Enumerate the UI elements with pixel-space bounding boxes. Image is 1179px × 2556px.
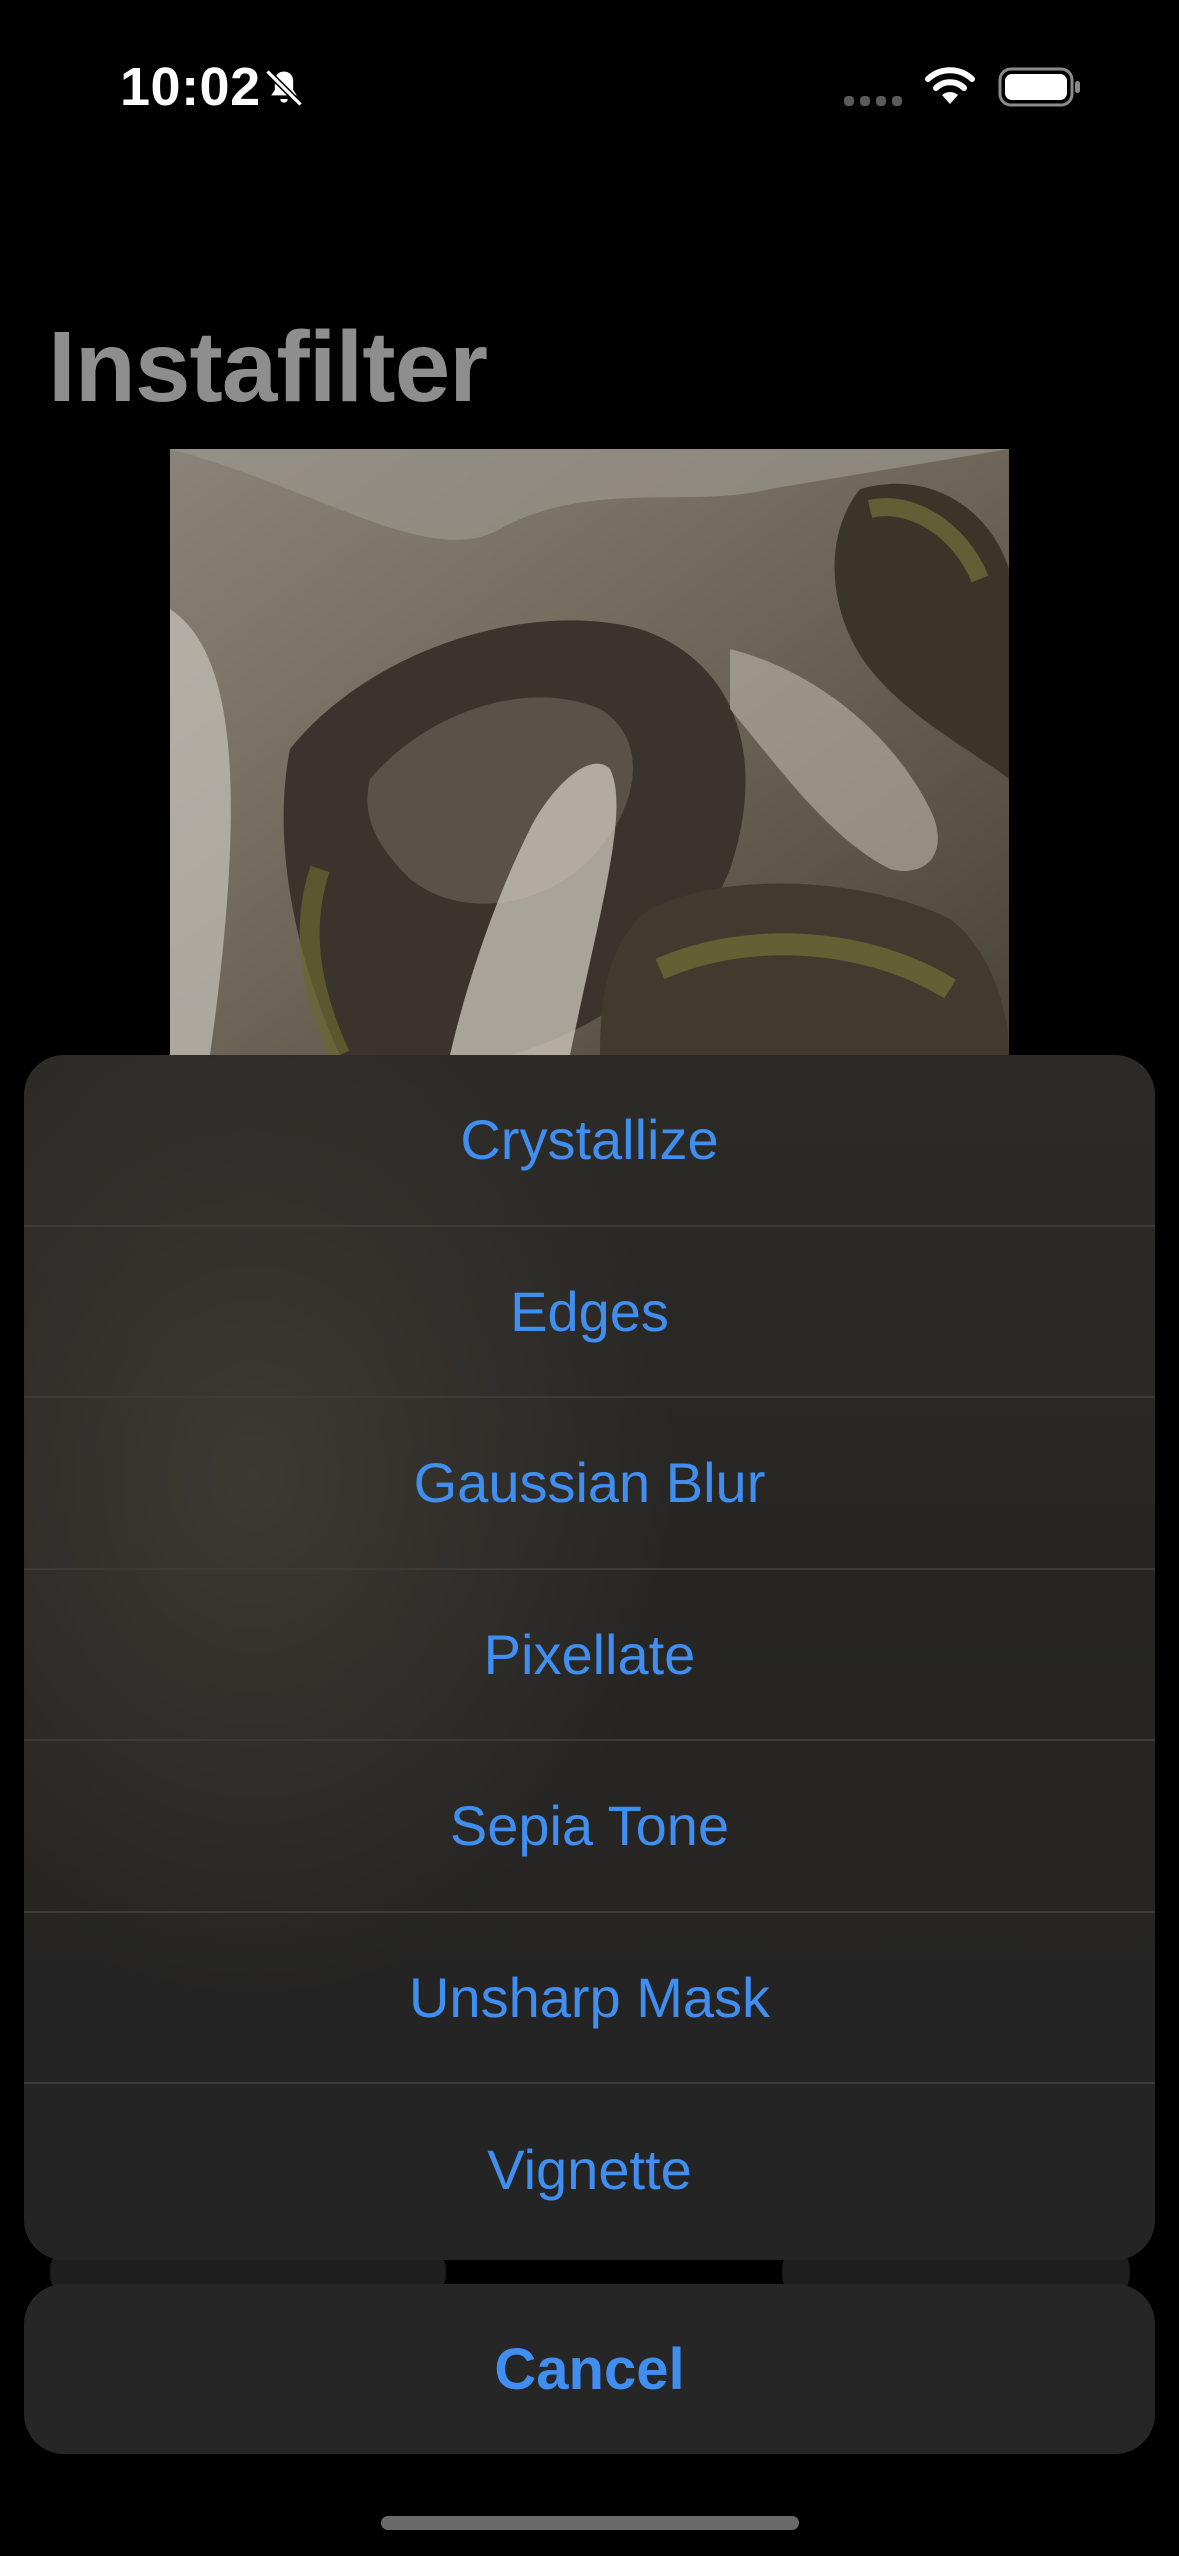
wifi-icon — [925, 67, 975, 104]
cancel-button[interactable]: Cancel — [24, 2284, 1155, 2454]
page-title: Instafilter — [48, 311, 488, 423]
filter-option-vignette[interactable]: Vignette — [24, 2084, 1155, 2256]
cellular-signal-icon — [844, 96, 902, 106]
photo-image-art — [170, 449, 1009, 1055]
photo-image[interactable] — [170, 449, 1009, 1055]
home-indicator[interactable] — [381, 2516, 799, 2530]
filter-option-edges[interactable]: Edges — [24, 1227, 1155, 1398]
filter-option-pixellate[interactable]: Pixellate — [24, 1570, 1155, 1741]
filter-action-sheet: Crystallize Edges Gaussian Blur Pixellat… — [24, 1055, 1155, 2260]
bell-slash-icon — [265, 69, 303, 107]
filter-option-sepia-tone[interactable]: Sepia Tone — [24, 1741, 1155, 1913]
status-time: 10:02 — [120, 57, 261, 117]
filter-option-crystallize[interactable]: Crystallize — [24, 1055, 1155, 1227]
filter-option-gaussian-blur[interactable]: Gaussian Blur — [24, 1398, 1155, 1570]
battery-icon — [998, 67, 1080, 107]
screen: 10:02 Instafilter Crystallize Edges Gaus… — [0, 0, 1179, 2556]
filter-option-unsharp-mask[interactable]: Unsharp Mask — [24, 1913, 1155, 2084]
